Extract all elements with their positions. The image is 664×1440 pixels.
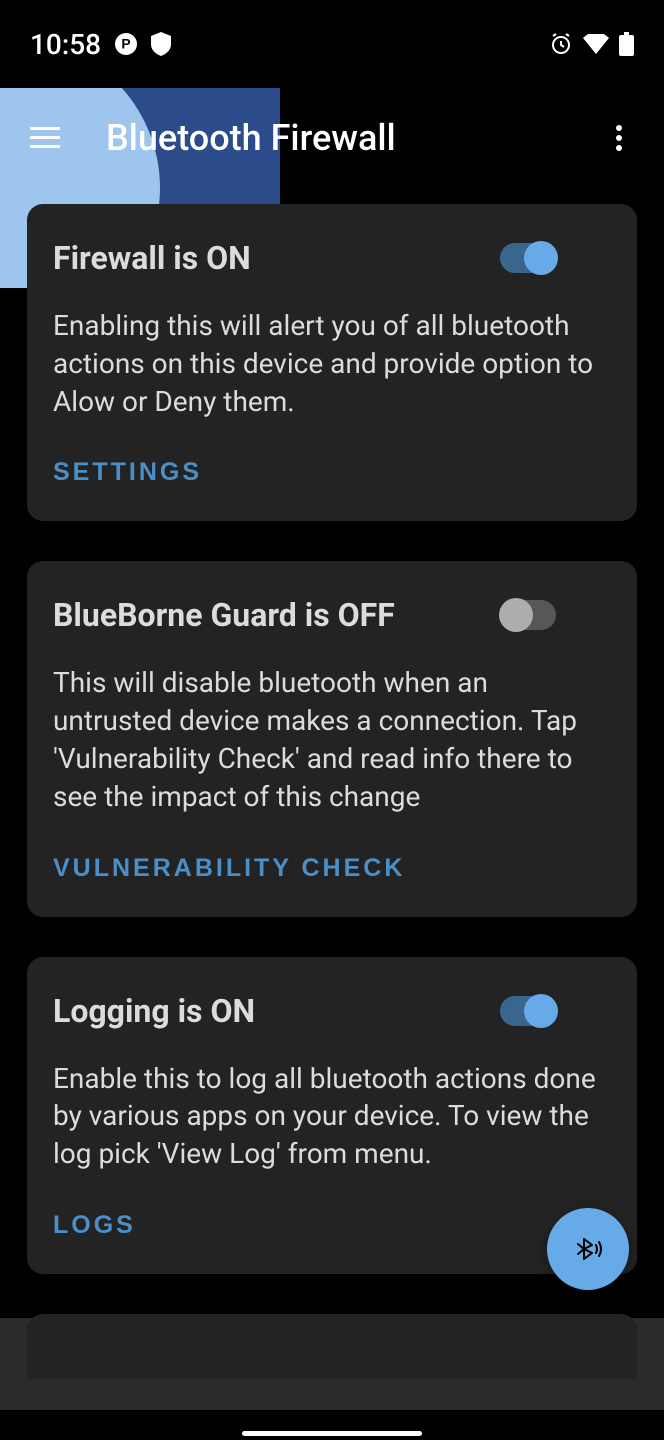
- blueborne-card: BlueBorne Guard is OFF This will disable…: [27, 561, 637, 916]
- blueborne-card-title: BlueBorne Guard is OFF: [53, 596, 395, 634]
- shield-icon: [151, 32, 171, 56]
- svg-text:P: P: [121, 37, 130, 52]
- navigation-handle[interactable]: [242, 1431, 422, 1436]
- status-left: 10:58 P: [30, 28, 171, 61]
- next-card-peek: [27, 1314, 637, 1379]
- bluetooth-broadcast-icon: [570, 1231, 606, 1267]
- status-right: [549, 32, 634, 56]
- app-title: Bluetooth Firewall: [106, 117, 594, 159]
- more-options-button[interactable]: [594, 113, 644, 163]
- firewall-card-title: Firewall is ON: [53, 239, 251, 277]
- alarm-icon: [549, 32, 573, 56]
- logging-card-description: Enable this to log all bluetooth actions…: [53, 1060, 611, 1173]
- status-time: 10:58: [30, 28, 101, 61]
- logging-card-title: Logging is ON: [53, 992, 255, 1030]
- firewall-toggle[interactable]: [500, 243, 556, 273]
- logging-toggle[interactable]: [500, 996, 556, 1026]
- status-bar: 10:58 P: [0, 0, 664, 88]
- logging-card: Logging is ON Enable this to log all blu…: [27, 957, 637, 1274]
- hamburger-icon: [30, 127, 60, 149]
- blueborne-card-description: This will disable bluetooth when an untr…: [53, 664, 611, 815]
- vulnerability-check-button[interactable]: VULNERABILITY CHECK: [53, 850, 405, 887]
- menu-button[interactable]: [20, 113, 70, 163]
- parking-icon: P: [115, 33, 137, 55]
- wifi-icon: [583, 34, 609, 54]
- more-vertical-icon: [615, 124, 623, 152]
- main-content: Firewall is ON Enabling this will alert …: [0, 204, 664, 1379]
- blueborne-toggle[interactable]: [500, 600, 556, 630]
- firewall-card: Firewall is ON Enabling this will alert …: [27, 204, 637, 521]
- settings-button[interactable]: SETTINGS: [53, 454, 202, 491]
- firewall-card-description: Enabling this will alert you of all blue…: [53, 307, 611, 420]
- logs-button[interactable]: LOGS: [53, 1207, 136, 1244]
- bluetooth-fab[interactable]: [547, 1208, 629, 1290]
- app-header: Bluetooth Firewall: [0, 88, 664, 204]
- battery-icon: [619, 32, 634, 56]
